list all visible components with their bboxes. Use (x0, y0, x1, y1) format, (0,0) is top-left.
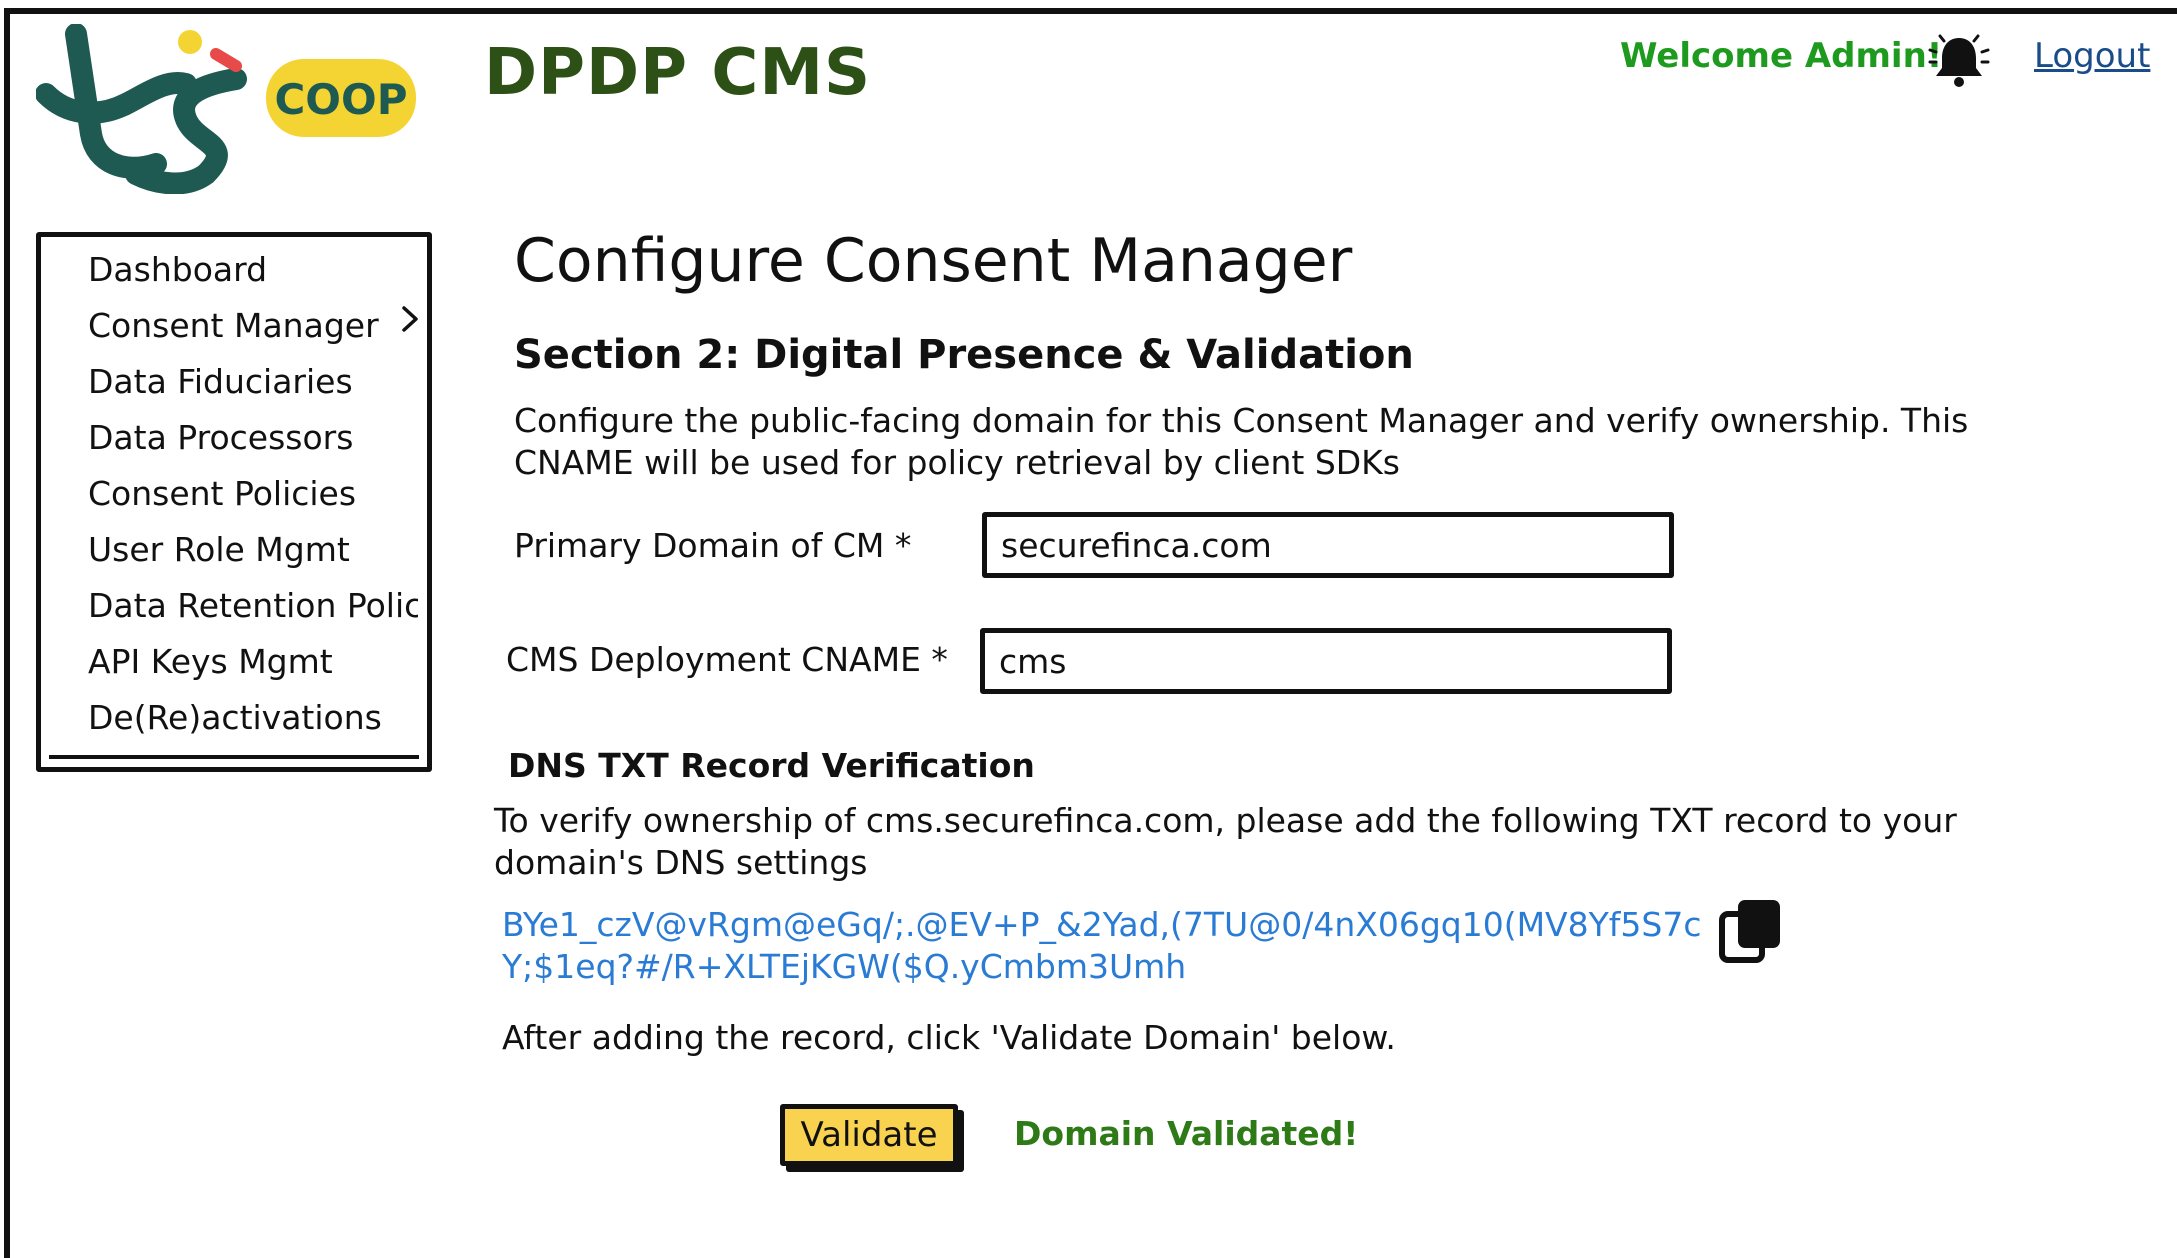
page-title: Configure Consent Manager (514, 226, 1353, 296)
dns-heading: DNS TXT Record Verification (508, 746, 1035, 785)
txt-record-value[interactable]: BYe1_czV@vRgm@eGq/;.@EV+P_&2Yad,(7TU@0/4… (502, 904, 1702, 988)
app-title: DPDP CMS (484, 36, 872, 110)
section-description: Configure the public-facing domain for t… (514, 401, 1969, 482)
sidebar-item-consent-policies[interactable]: Consent Policies (88, 474, 418, 513)
validation-status: Domain Validated! (1014, 1114, 1359, 1153)
logout-link[interactable]: Logout (2034, 36, 2150, 76)
sidebar-item-dashboard[interactable]: Dashboard (88, 250, 418, 289)
welcome-text: Welcome Admin! (1620, 36, 1943, 76)
sidebar-item-api-keys-mgmt[interactable]: API Keys Mgmt (88, 642, 418, 681)
section-title: Section 2: Digital Presence & Validation (514, 332, 1414, 378)
primary-domain-input[interactable] (982, 512, 1674, 578)
sidebar-item-user-role-mgmt[interactable]: User Role Mgmt (88, 530, 418, 569)
logo-icon: COOP (36, 24, 416, 194)
sidebar-item-consent-manager[interactable]: Consent Manager (88, 306, 418, 345)
sidebar-item-data-retention-policy[interactable]: Data Retention Polic (88, 586, 418, 625)
primary-domain-label: Primary Domain of CM * (514, 526, 912, 565)
cname-label: CMS Deployment CNAME * (506, 640, 948, 679)
cname-input[interactable] (980, 628, 1672, 694)
bell-icon[interactable] (1926, 30, 1992, 90)
sidebar-item-deactivations[interactable]: De(Re)activations (88, 698, 418, 737)
validate-button[interactable]: Validate (780, 1104, 958, 1166)
logo-text: COOP (274, 75, 407, 124)
sidebar-item-data-fiduciaries[interactable]: Data Fiduciaries (88, 362, 418, 401)
chevron-right-icon[interactable] (398, 302, 422, 336)
after-adding-text: After adding the record, click 'Validate… (502, 1018, 1396, 1057)
copy-icon[interactable] (1716, 896, 1786, 970)
dns-description: To verify ownership of cms.securefinca.c… (494, 801, 1957, 882)
sidebar-item-data-processors[interactable]: Data Processors (88, 418, 418, 457)
